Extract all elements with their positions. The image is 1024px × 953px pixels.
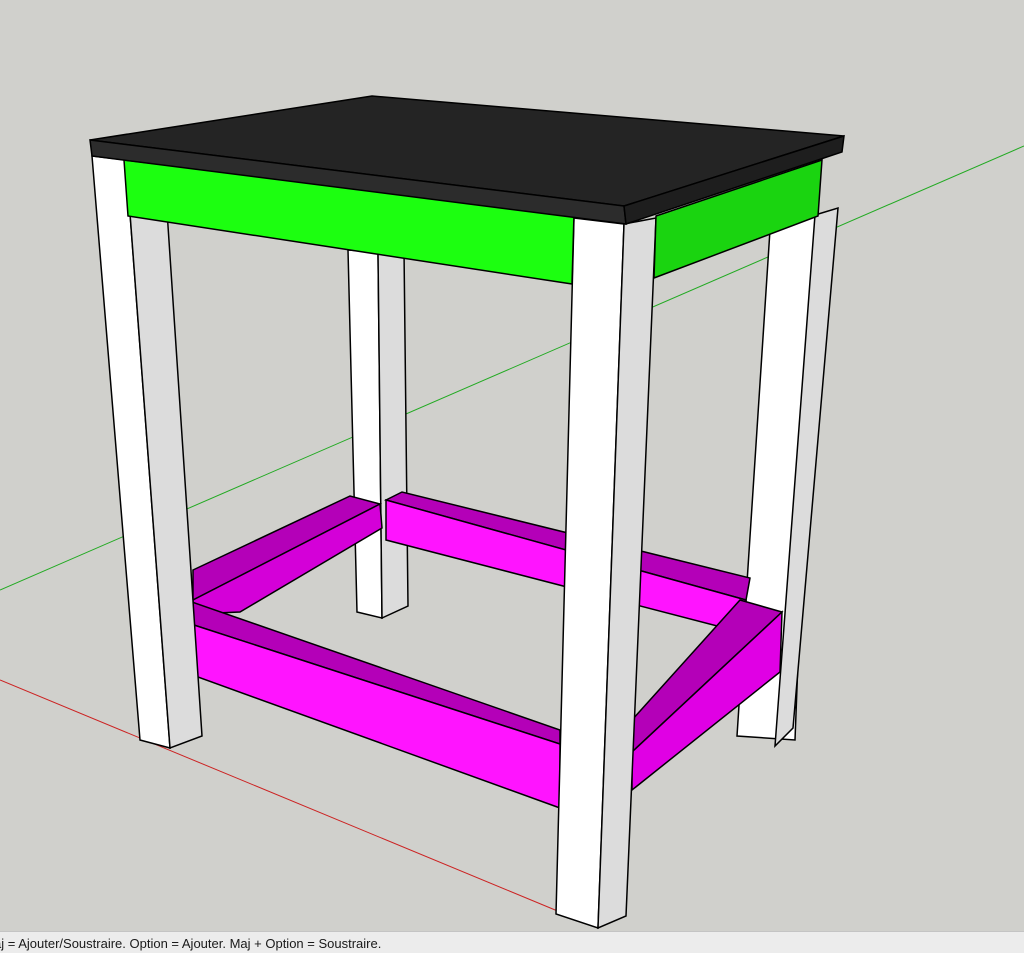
3d-viewport[interactable] xyxy=(0,0,1024,931)
status-hint: aj = Ajouter/Soustraire. Option = Ajoute… xyxy=(0,936,382,951)
front-right-leg xyxy=(555,217,657,930)
model-canvas[interactable] xyxy=(0,0,1024,931)
lower-stretcher-front xyxy=(157,601,561,810)
back-left-leg xyxy=(347,249,409,620)
lower-stretcher-left xyxy=(192,495,383,615)
front-left-leg xyxy=(91,155,203,750)
status-bar: aj = Ajouter/Soustraire. Option = Ajoute… xyxy=(0,931,1024,953)
